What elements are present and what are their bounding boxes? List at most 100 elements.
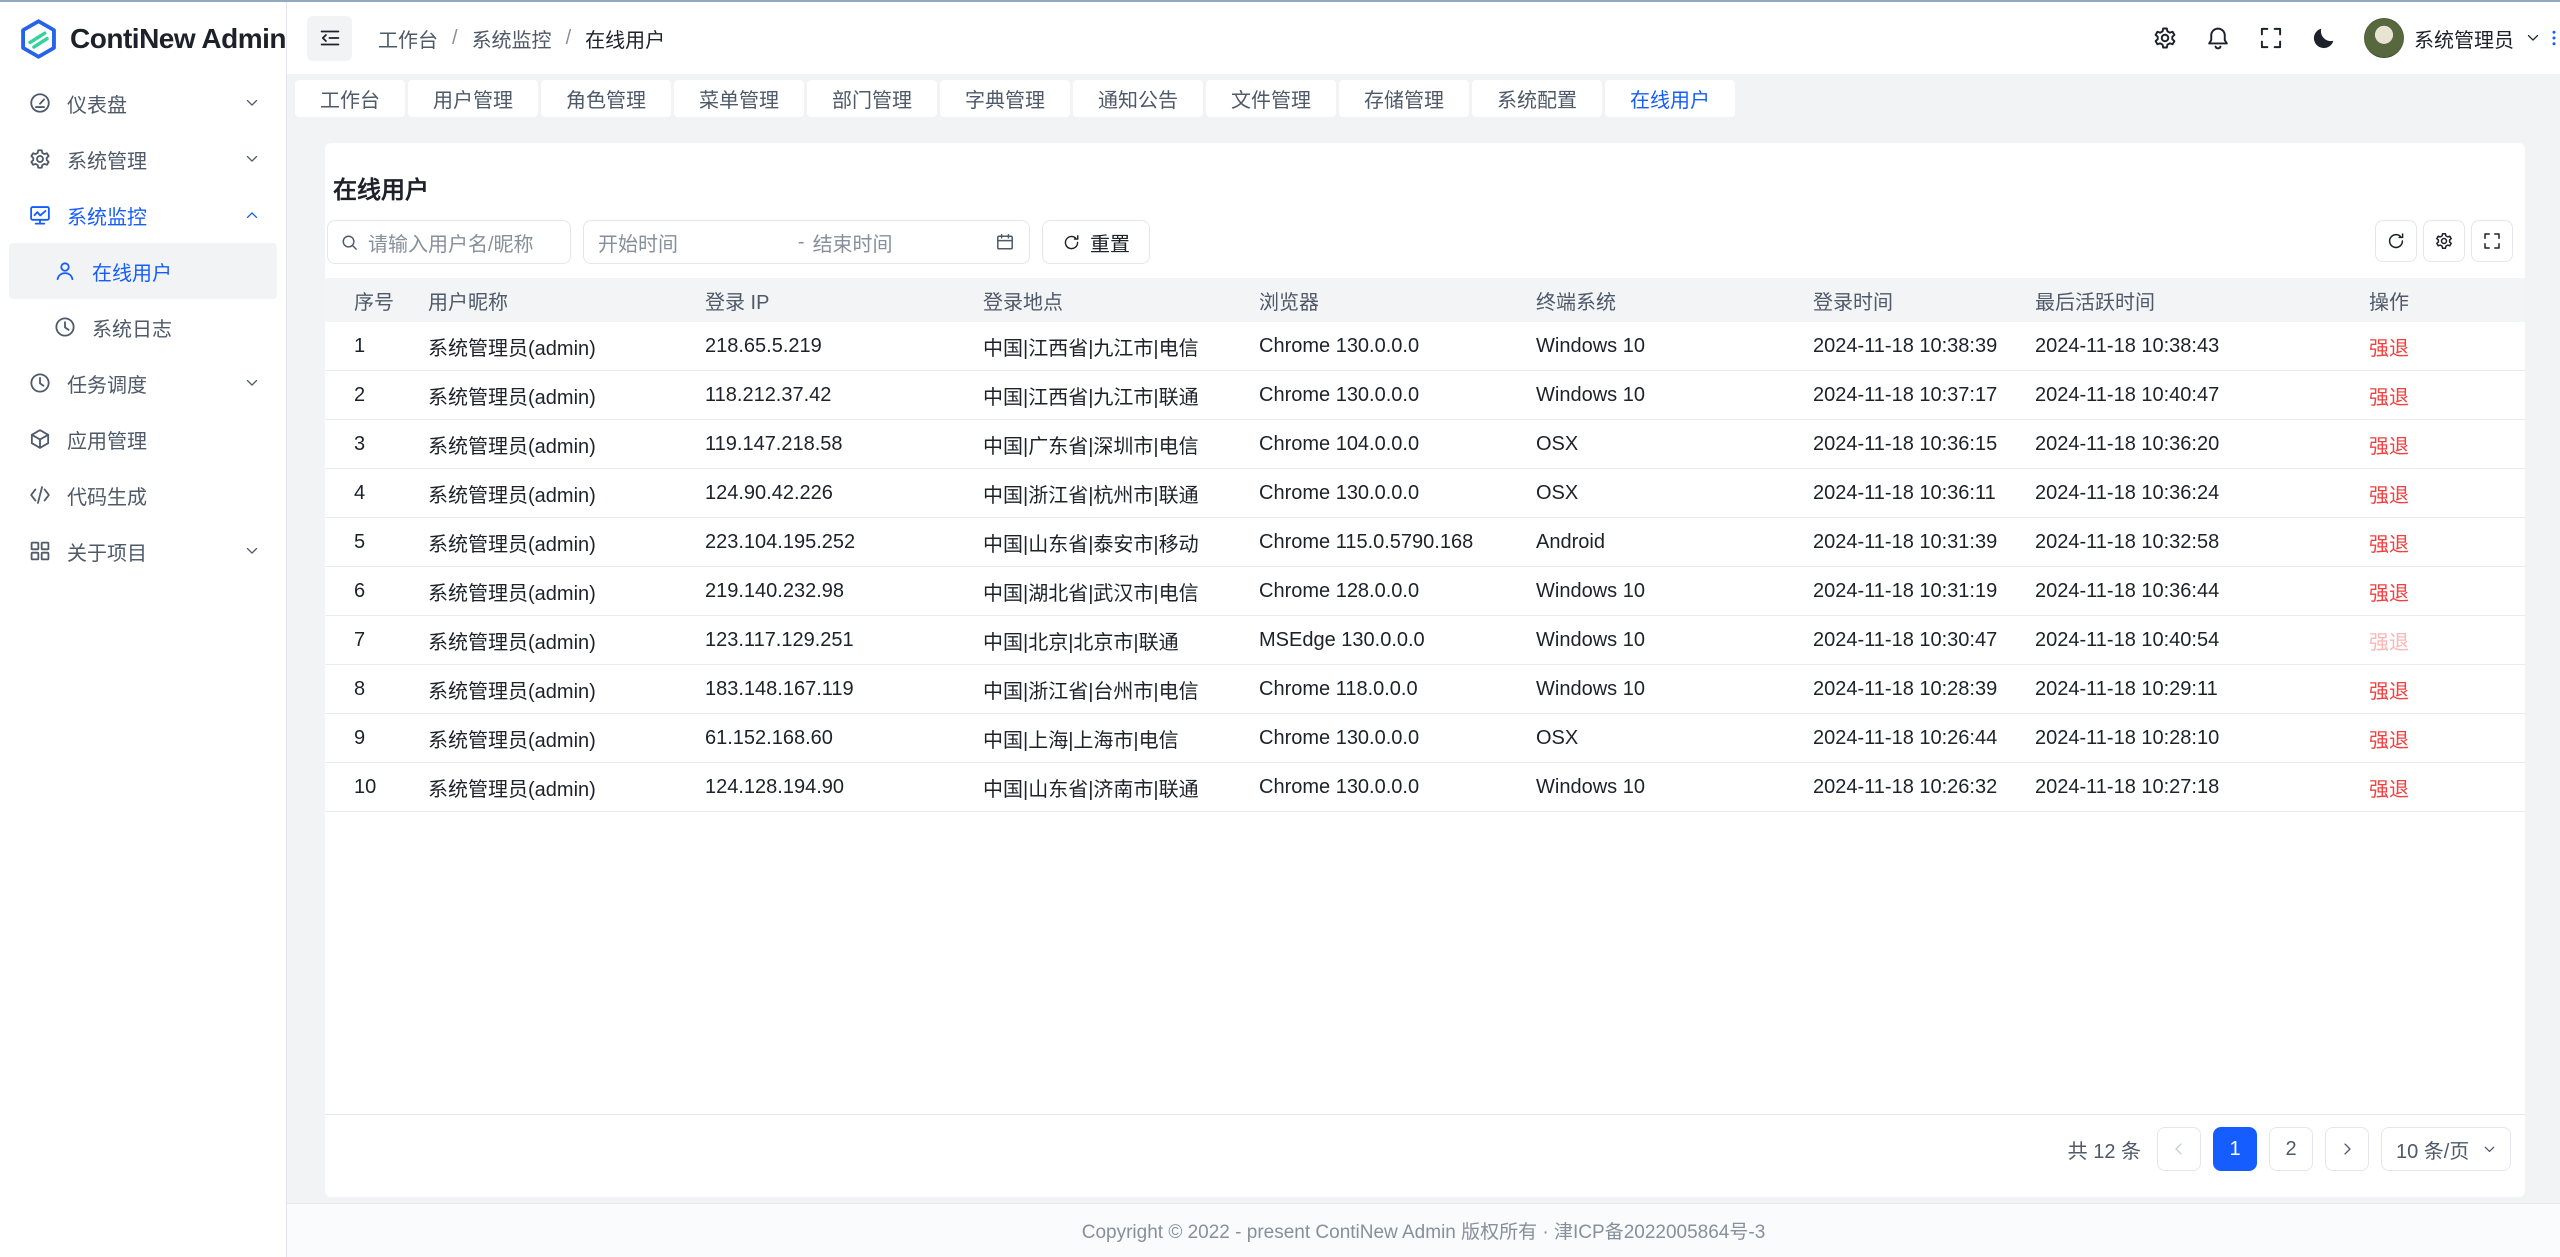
cell-index: 4 <box>325 482 428 505</box>
tab-user-management[interactable]: 用户管理 <box>408 80 538 117</box>
cell-login_time: 2024-11-18 10:30:47 <box>1813 629 2035 652</box>
table-row: 7系统管理员(admin)123.117.129.251中国|北京|北京市|联通… <box>325 616 2525 665</box>
sidebar-item-online-user[interactable]: 在线用户 <box>9 243 277 299</box>
table-fullscreen-button[interactable] <box>2471 220 2513 262</box>
force-logout-link[interactable]: 强退 <box>2369 681 2409 703</box>
cell-os: Windows 10 <box>1536 384 1813 407</box>
refresh-table-button[interactable] <box>2375 220 2417 262</box>
tab-workbench[interactable]: 工作台 <box>295 80 405 117</box>
notifications-icon[interactable] <box>2205 25 2231 51</box>
sidebar: ContiNew Admin 仪表盘系统管理系统监控在线用户系统日志任务调度应用… <box>0 2 287 1257</box>
tab-dept-management[interactable]: 部门管理 <box>807 80 937 117</box>
table-row: 4系统管理员(admin)124.90.42.226中国|浙江省|杭州市|联通C… <box>325 469 2525 518</box>
cell-last_active: 2024-11-18 10:29:11 <box>2035 678 2369 701</box>
column-settings-button[interactable] <box>2423 220 2465 262</box>
cell-os: Windows 10 <box>1536 580 1813 603</box>
overflow-menu-icon[interactable] <box>2544 26 2560 50</box>
gear-icon <box>28 147 52 171</box>
user-menu[interactable]: 系统管理员 <box>2364 18 2542 58</box>
sidebar-item-dashboard[interactable]: 仪表盘 <box>9 75 277 131</box>
cell-location: 中国|浙江省|杭州市|联通 <box>983 479 1259 508</box>
force-logout-link: 强退 <box>2369 632 2409 654</box>
breadcrumb-item[interactable]: 工作台 <box>378 24 438 53</box>
cell-location: 中国|江西省|九江市|联通 <box>983 381 1259 410</box>
tab-file-management[interactable]: 文件管理 <box>1206 80 1336 117</box>
cell-browser: Chrome 130.0.0.0 <box>1259 384 1536 407</box>
sidebar-item-label: 在线用户 <box>92 257 261 286</box>
chevron-down-icon <box>243 542 261 560</box>
copyright-text: Copyright © 2022 - present ContiNew Admi… <box>1082 1217 1766 1244</box>
pagination-next-button[interactable] <box>2325 1127 2369 1171</box>
cell-last_active: 2024-11-18 10:32:58 <box>2035 531 2369 554</box>
breadcrumb-current: 在线用户 <box>585 24 665 53</box>
sidebar-item-label: 系统监控 <box>67 201 243 230</box>
pagination-page-1[interactable]: 1 <box>2213 1127 2257 1171</box>
tab-online-user[interactable]: 在线用户 <box>1605 80 1735 117</box>
avatar[interactable] <box>2364 18 2404 58</box>
sidebar-collapse-button[interactable] <box>307 16 352 61</box>
cell-os: OSX <box>1536 727 1813 750</box>
breadcrumb: 工作台 / 系统监控 / 在线用户 <box>378 24 665 53</box>
cell-ip: 124.90.42.226 <box>705 482 983 505</box>
tab-notice[interactable]: 通知公告 <box>1073 80 1203 117</box>
cell-action: 强退 <box>2369 332 2525 361</box>
force-logout-link[interactable]: 强退 <box>2369 387 2409 409</box>
sidebar-item-app-management[interactable]: 应用管理 <box>9 411 277 467</box>
sidebar-item-system-log[interactable]: 系统日志 <box>9 299 277 355</box>
page-size-label: 10 条/页 <box>2396 1135 2469 1164</box>
cell-last_active: 2024-11-18 10:36:24 <box>2035 482 2369 505</box>
breadcrumb-item[interactable]: 系统监控 <box>472 24 552 53</box>
pagination-page-2[interactable]: 2 <box>2269 1127 2313 1171</box>
force-logout-link[interactable]: 强退 <box>2369 534 2409 556</box>
cell-login_time: 2024-11-18 10:26:44 <box>1813 727 2035 750</box>
tab-dict-management[interactable]: 字典管理 <box>940 80 1070 117</box>
cell-login_time: 2024-11-18 10:26:32 <box>1813 776 2035 799</box>
tab-storage-management[interactable]: 存储管理 <box>1339 80 1469 117</box>
table-row: 3系统管理员(admin)119.147.218.58中国|广东省|深圳市|电信… <box>325 420 2525 469</box>
force-logout-link[interactable]: 强退 <box>2369 485 2409 507</box>
column-header: 序号 <box>325 286 428 315</box>
cell-ip: 183.148.167.119 <box>705 678 983 701</box>
force-logout-link[interactable]: 强退 <box>2369 730 2409 752</box>
column-header: 浏览器 <box>1259 286 1536 315</box>
settings-icon[interactable] <box>2152 25 2178 51</box>
cell-os: OSX <box>1536 433 1813 456</box>
force-logout-link[interactable]: 强退 <box>2369 779 2409 801</box>
page-title: 在线用户 <box>333 170 2517 205</box>
tab-menu-management[interactable]: 菜单管理 <box>674 80 804 117</box>
search-input[interactable]: 请输入用户名/昵称 <box>327 220 571 264</box>
cell-login_time: 2024-11-18 10:38:39 <box>1813 335 2035 358</box>
cell-index: 2 <box>325 384 428 407</box>
tab-role-management[interactable]: 角色管理 <box>541 80 671 117</box>
cell-index: 3 <box>325 433 428 456</box>
dark-mode-icon[interactable] <box>2311 25 2337 51</box>
cell-location: 中国|北京|北京市|联通 <box>983 626 1259 655</box>
date-range-picker[interactable]: 开始时间 - 结束时间 <box>583 220 1030 264</box>
force-logout-link[interactable]: 强退 <box>2369 338 2409 360</box>
cell-nickname: 系统管理员(admin) <box>428 332 705 361</box>
online-users-card: 在线用户 请输入用户名/昵称 开始时间 - 结束时间 重置 <box>325 143 2525 1197</box>
sidebar-item-task-schedule[interactable]: 任务调度 <box>9 355 277 411</box>
force-logout-link[interactable]: 强退 <box>2369 583 2409 605</box>
sidebar-item-label: 任务调度 <box>67 369 243 398</box>
sidebar-item-system-management[interactable]: 系统管理 <box>9 131 277 187</box>
reset-button[interactable]: 重置 <box>1042 220 1150 264</box>
force-logout-link[interactable]: 强退 <box>2369 436 2409 458</box>
page-size-select[interactable]: 10 条/页 <box>2381 1127 2511 1171</box>
cell-ip: 123.117.129.251 <box>705 629 983 652</box>
tab-system-config[interactable]: 系统配置 <box>1472 80 1602 117</box>
pagination-prev-button[interactable] <box>2157 1127 2201 1171</box>
sidebar-item-system-monitor[interactable]: 系统监控 <box>9 187 277 243</box>
start-time-placeholder: 开始时间 <box>598 228 790 257</box>
cell-last_active: 2024-11-18 10:36:44 <box>2035 580 2369 603</box>
fullscreen-icon[interactable] <box>2258 25 2284 51</box>
sidebar-item-code-generation[interactable]: 代码生成 <box>9 467 277 523</box>
chevron-left-icon <box>2170 1140 2188 1158</box>
cell-action: 强退 <box>2369 577 2525 606</box>
end-time-placeholder: 结束时间 <box>813 228 987 257</box>
column-header: 操作 <box>2369 286 2525 315</box>
sidebar-item-about-project[interactable]: 关于项目 <box>9 523 277 579</box>
fullscreen-icon <box>2482 231 2502 251</box>
chevron-down-icon <box>243 150 261 168</box>
cell-location: 中国|山东省|泰安市|移动 <box>983 528 1259 557</box>
